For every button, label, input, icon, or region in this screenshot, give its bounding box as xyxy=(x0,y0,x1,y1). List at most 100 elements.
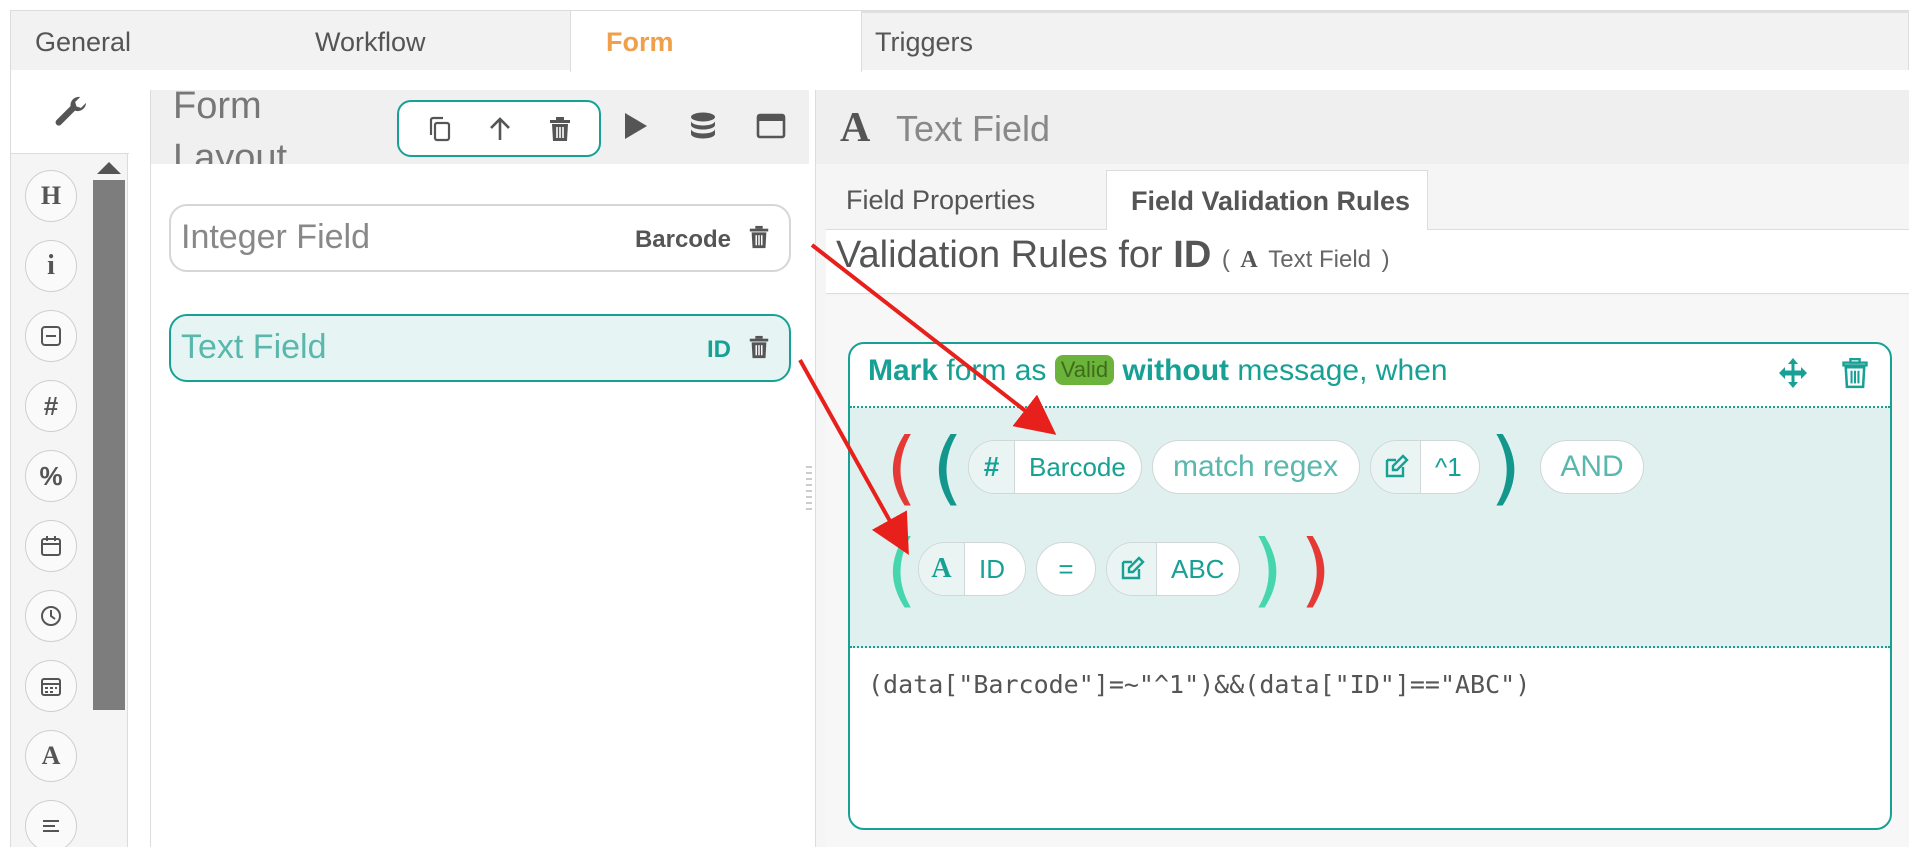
logic-operator[interactable]: AND xyxy=(1540,440,1644,494)
trash-icon xyxy=(749,225,769,249)
validation-field-id: ID xyxy=(1173,234,1212,276)
trash-icon xyxy=(550,117,570,141)
clock-icon xyxy=(41,606,61,626)
status-badge[interactable]: Valid xyxy=(1054,355,1115,385)
scroll-up-arrow-icon[interactable] xyxy=(97,162,121,174)
condition-field-id[interactable]: A ID xyxy=(918,542,1026,596)
rule-actions xyxy=(1776,356,1870,395)
condition-value[interactable]: ^1 xyxy=(1370,440,1480,494)
rule-message-mode[interactable]: without xyxy=(1122,354,1229,387)
group-close-paren[interactable]: ) xyxy=(1490,428,1521,508)
info-tool[interactable]: i xyxy=(25,240,77,292)
field-tools-sidebar: H i # % A xyxy=(10,70,129,847)
field-editor-tabs: Field Properties Field Validation Rules xyxy=(826,170,1909,231)
play-icon xyxy=(625,113,647,139)
info-icon: i xyxy=(47,250,55,281)
delete-field-icon-button[interactable] xyxy=(747,224,771,255)
condition-operator-label: = xyxy=(1058,553,1074,584)
paragraph-icon xyxy=(43,820,59,832)
text-type-icon: A xyxy=(840,105,871,151)
datetime-icon xyxy=(41,678,61,696)
condition-field-barcode[interactable]: # Barcode xyxy=(968,440,1142,494)
wrench-icon[interactable] xyxy=(51,92,91,132)
rule-condition-area: ( ( # Barcode match regex ^1 ) AND ( A I xyxy=(850,408,1890,648)
field-row-text-selected[interactable]: Text Field ID xyxy=(169,314,791,382)
move-up-button[interactable] xyxy=(485,114,515,144)
condition-operator[interactable]: match regex xyxy=(1152,440,1360,494)
validation-title: Validation Rules for ID ( A Text Field ) xyxy=(836,234,1390,277)
field-label: Integer Field xyxy=(181,218,370,256)
rule-header: Mark form as Valid without message, when xyxy=(850,344,1890,408)
rule-expression: (data["Barcode"]=~"^1")&&(data["ID"]=="A… xyxy=(868,670,1531,699)
edit-icon xyxy=(1107,543,1157,595)
tab-field-properties[interactable]: Field Properties xyxy=(846,170,1096,230)
rule-message-when: message, when xyxy=(1237,354,1448,387)
preview-button[interactable] xyxy=(619,110,651,142)
top-tab-bar: General Workflow Form Triggers xyxy=(10,10,1909,72)
condition-field-name: ID xyxy=(979,553,1005,584)
text-tool[interactable]: A xyxy=(25,730,77,782)
heading-icon: H xyxy=(40,181,62,210)
paragraph-tool[interactable] xyxy=(25,800,77,847)
move-icon[interactable] xyxy=(1776,356,1810,390)
scroll-thumb[interactable] xyxy=(93,180,125,710)
datetime-tool[interactable] xyxy=(25,660,77,712)
condition-value-text: ^1 xyxy=(1435,451,1462,482)
field-label: Text Field xyxy=(181,328,327,366)
field-action-group xyxy=(397,100,601,157)
trash-icon[interactable] xyxy=(1840,356,1870,390)
percent-icon: % xyxy=(39,460,63,491)
calendar-icon xyxy=(41,536,61,556)
group-open-paren[interactable]: ( xyxy=(886,428,917,508)
date-tool[interactable] xyxy=(25,520,77,572)
tab-field-validation-rules[interactable]: Field Validation Rules xyxy=(1106,170,1428,231)
tools-scrollbar[interactable] xyxy=(93,162,125,792)
edit-icon xyxy=(1371,441,1421,493)
rule-form-as: form as xyxy=(946,354,1047,387)
field-id: Barcode xyxy=(634,226,731,253)
database-icon xyxy=(691,112,715,139)
text-icon: A xyxy=(41,741,61,770)
time-tool[interactable] xyxy=(25,590,77,642)
form-layout-panel: Form Layout Integer Field Barcode Text F… xyxy=(150,90,809,847)
delete-field-icon-button[interactable] xyxy=(747,334,771,365)
copy-button[interactable] xyxy=(425,114,455,144)
rule-action[interactable]: Mark xyxy=(868,354,938,387)
tools-header xyxy=(11,70,129,154)
field-editor-header: A Text Field xyxy=(816,90,1909,164)
heading-tool[interactable]: H xyxy=(25,170,77,222)
form-layout-header: Form Layout xyxy=(151,90,809,164)
tab-general[interactable]: General xyxy=(35,11,255,71)
tab-form[interactable]: Form xyxy=(570,11,862,72)
section-tool[interactable] xyxy=(25,310,77,362)
condition-operator[interactable]: = xyxy=(1036,542,1096,596)
form-layout-title: Form Layout xyxy=(173,90,288,164)
window-icon xyxy=(756,113,786,139)
arrow-up-icon xyxy=(490,117,510,140)
condition-operator-label: match regex xyxy=(1173,450,1339,483)
window-button[interactable] xyxy=(755,110,787,142)
hash-icon: # xyxy=(43,390,59,421)
group-open-paren[interactable]: ( xyxy=(932,428,963,508)
number-tool[interactable]: # xyxy=(25,380,77,432)
panel-resize-handle[interactable] xyxy=(806,462,814,522)
group-open-paren[interactable]: ( xyxy=(886,530,917,610)
condition-value-text: ABC xyxy=(1171,553,1225,584)
group-close-paren[interactable]: ) xyxy=(1252,530,1283,610)
validation-close-paren: ) xyxy=(1381,246,1390,273)
delete-field-button[interactable] xyxy=(545,114,575,144)
text-type-icon: A xyxy=(1240,247,1258,273)
data-source-button[interactable] xyxy=(687,110,719,142)
rule-sentence: Mark form as Valid without message, when xyxy=(868,354,1448,388)
hash-icon: # xyxy=(969,441,1015,493)
group-close-paren[interactable]: ) xyxy=(1300,530,1331,610)
tab-triggers[interactable]: Triggers xyxy=(875,11,1115,71)
percent-tool[interactable]: % xyxy=(25,450,77,502)
condition-value[interactable]: ABC xyxy=(1106,542,1240,596)
validation-rule-card: Mark form as Valid without message, when… xyxy=(848,342,1892,830)
copy-icon xyxy=(429,116,451,142)
validation-prefix: Validation Rules for xyxy=(836,234,1163,276)
field-row-integer[interactable]: Integer Field Barcode xyxy=(169,204,791,272)
tab-workflow[interactable]: Workflow xyxy=(315,11,555,71)
field-editor-title: Text Field xyxy=(896,108,1051,149)
